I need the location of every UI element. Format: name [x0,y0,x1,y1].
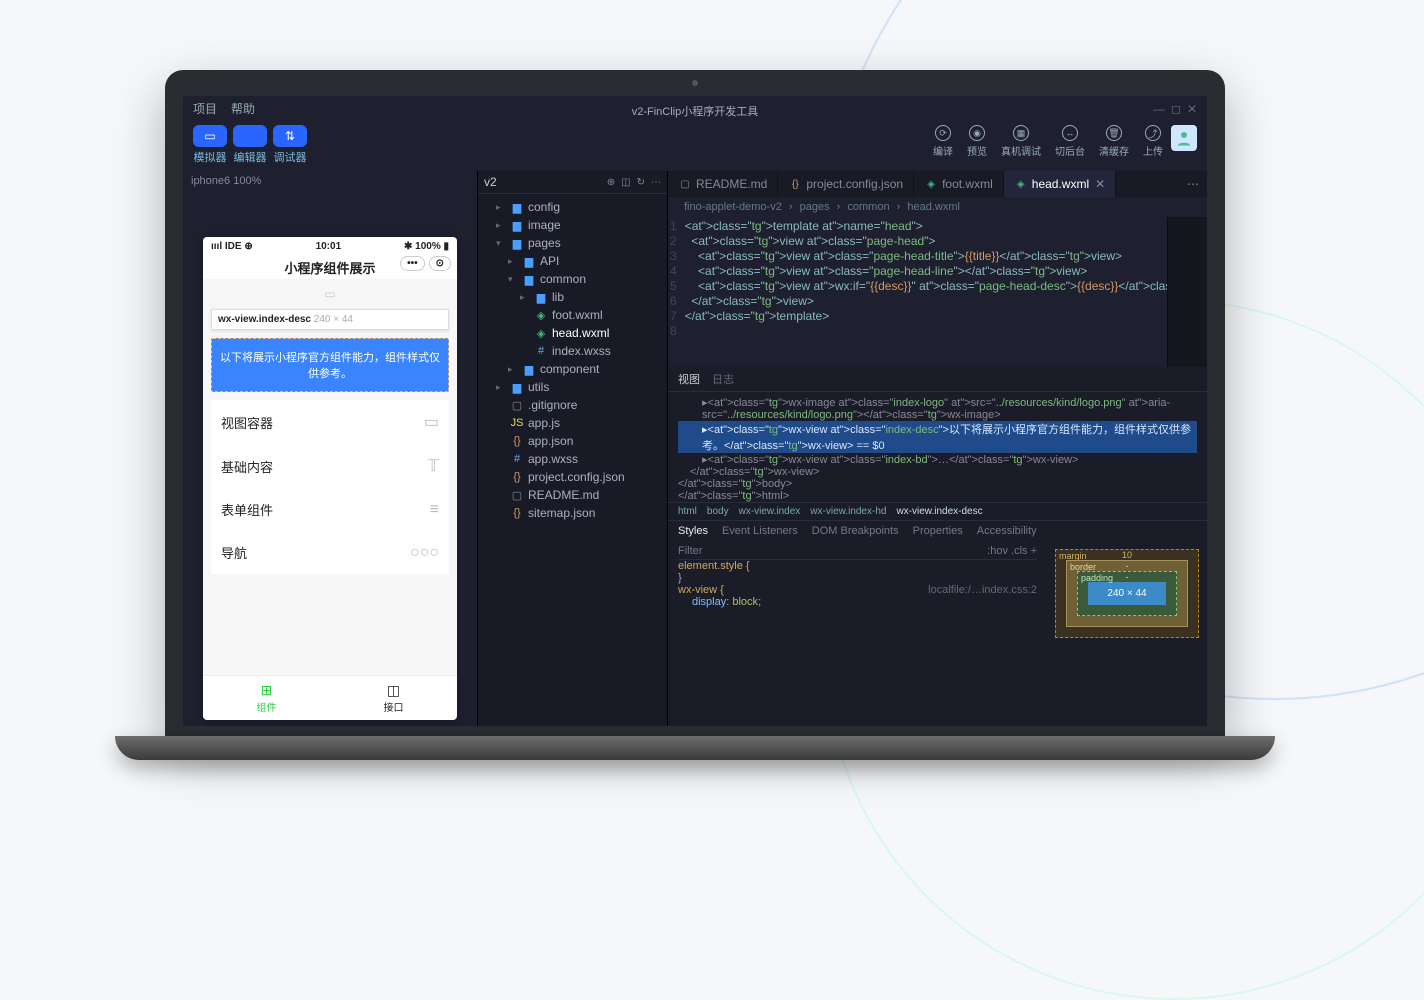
tree-action-icon[interactable]: ⊕ [607,177,615,188]
devtools-subtab[interactable]: Event Listeners [722,525,798,537]
file-tree-node[interactable]: ◈head.wxml [478,324,667,342]
file-tree-node[interactable]: ▸▆API [478,252,667,270]
phone-frame: ıııl IDE ⊕ 10:01 ✱ 100% ▮ 小程序组件展示 ••• ⊙ [203,237,457,720]
toolbar-btn-1[interactable] [233,125,267,147]
action-1[interactable]: ◉预览 [967,125,987,158]
status-signal: ıııl IDE ⊕ [211,241,253,252]
file-tree-node[interactable]: JSapp.js [478,414,667,432]
list-item[interactable]: 表单组件≡ [211,488,449,531]
file-explorer: v2 ⊕ ◫ ↻ ⋯ ▸▆config▸▆image▾▆pages▸▆API▾▆com… [478,171,668,726]
tree-action-icon[interactable]: ◫ [621,177,630,188]
editor-tabs: ▢README.md{}project.config.json◈foot.wxm… [668,171,1207,197]
tabbar-item[interactable]: ⊞组件 [203,676,330,720]
status-battery: ✱ 100% ▮ [404,241,449,252]
editor-tab[interactable]: ◈head.wxml✕ [1004,171,1116,197]
dom-breadcrumb[interactable]: htmlbodywx-view.indexwx-view.index-hdwx-… [668,502,1207,521]
inspect-tooltip: wx-view.index-desc 240 × 44 [211,309,449,330]
tree-action-icon[interactable]: ⋯ [651,177,661,188]
code-editor[interactable]: 12345678 <at">class="tg">template at">na… [668,217,1207,367]
styles-filter[interactable]: Filter [678,545,702,557]
devtools-subtab[interactable]: DOM Breakpoints [812,525,899,537]
styles-panel[interactable]: Filter :hov .cls + element.style {}</spa… [668,541,1047,726]
editor-tab[interactable]: ▢README.md [668,171,778,197]
capsule-close[interactable]: ⊙ [429,256,451,271]
close-icon[interactable]: ✕ [1095,177,1105,191]
tree-action-icon[interactable]: ↻ [637,177,645,188]
tabs-overflow[interactable]: ⋯ [1179,177,1207,191]
window-title: v2-FinClip小程序开发工具 [183,103,1207,119]
file-tree-node[interactable]: {}app.json [478,432,667,450]
file-tree-node[interactable]: ▸▆config [478,198,667,216]
toolbar-btn-2[interactable]: ⇅ [273,125,307,147]
file-tree-node[interactable]: ▸▆utils [478,378,667,396]
action-4[interactable]: 🗑清缓存 [1099,125,1129,158]
device-info: iphone6 100% [183,171,477,191]
box-model: margin 10 border - padding - 240 × 4 [1047,541,1207,726]
devtools-tab-elements[interactable]: 视图 [678,371,700,387]
highlighted-element[interactable]: 以下将展示小程序官方组件能力，组件样式仅供参考。 [211,338,449,392]
laptop-frame: 项目 帮助 — ◻ ✕ v2-FinClip小程序开发工具 ▭模拟器编辑器⇅调试… [165,70,1225,760]
status-time: 10:01 [316,241,342,252]
laptop-base [115,736,1275,760]
file-tree-node[interactable]: ▸▆image [478,216,667,234]
editor-tab[interactable]: ◈foot.wxml [914,171,1004,197]
editor-tab[interactable]: {}project.config.json [778,171,914,197]
minimap[interactable] [1167,217,1207,367]
capsule-menu[interactable]: ••• [400,256,425,271]
devtools-tab-console[interactable]: 日志 [712,371,734,387]
file-tree-node[interactable]: #index.wxss [478,342,667,360]
camera-dot [692,80,698,86]
file-tree-node[interactable]: ▸▆component [478,360,667,378]
file-tree-node[interactable]: ▢.gitignore [478,396,667,414]
toolbar: ▭模拟器编辑器⇅调试器 ⟳编译◉预览▦真机调试↔切后台🗑清缓存⤴上传 [183,119,1207,171]
action-2[interactable]: ▦真机调试 [1001,125,1041,158]
project-root[interactable]: v2 [484,175,497,189]
bottom-tabs: ⊞组件◫接口 [203,675,457,720]
file-tree-node[interactable]: ▾▆pages [478,234,667,252]
devtools-subtab[interactable]: Styles [678,525,708,537]
list-item[interactable]: 基础内容𝕋 [211,444,449,488]
styles-toggles[interactable]: :hov .cls + [987,545,1037,557]
devtools: 视图 日志 ▸<at">class="tg">wx-image at">clas… [668,367,1207,726]
devtools-subtab[interactable]: Accessibility [977,525,1037,537]
tabbar-item[interactable]: ◫接口 [330,676,457,720]
toolbar-btn-0[interactable]: ▭ [193,125,227,147]
dom-tree[interactable]: ▸<at">class="tg">wx-image at">class="ind… [668,392,1207,502]
file-tree-node[interactable]: ▾▆common [478,270,667,288]
list-item[interactable]: 视图容器▭ [211,400,449,444]
file-tree-node[interactable]: ▢README.md [478,486,667,504]
file-tree-node[interactable]: {}sitemap.json [478,504,667,522]
action-5[interactable]: ⤴上传 [1143,125,1163,158]
simulator-panel: iphone6 100% ıııl IDE ⊕ 10:01 ✱ 100% ▮ 小… [183,171,478,726]
page-title: 小程序组件展示 [284,261,375,276]
file-tree-node[interactable]: ◈foot.wxml [478,306,667,324]
devtools-subtab[interactable]: Properties [913,525,963,537]
breadcrumbs: fino-applet-demo-v2 › pages › common › h… [668,197,1207,217]
file-tree-node[interactable]: ▸▆lib [478,288,667,306]
file-tree-node[interactable]: {}project.config.json [478,468,667,486]
action-0[interactable]: ⟳编译 [933,125,953,158]
action-3[interactable]: ↔切后台 [1055,125,1085,158]
file-tree-node[interactable]: #app.wxss [478,450,667,468]
list-item[interactable]: 导航○○○ [211,531,449,574]
avatar[interactable] [1171,125,1197,151]
